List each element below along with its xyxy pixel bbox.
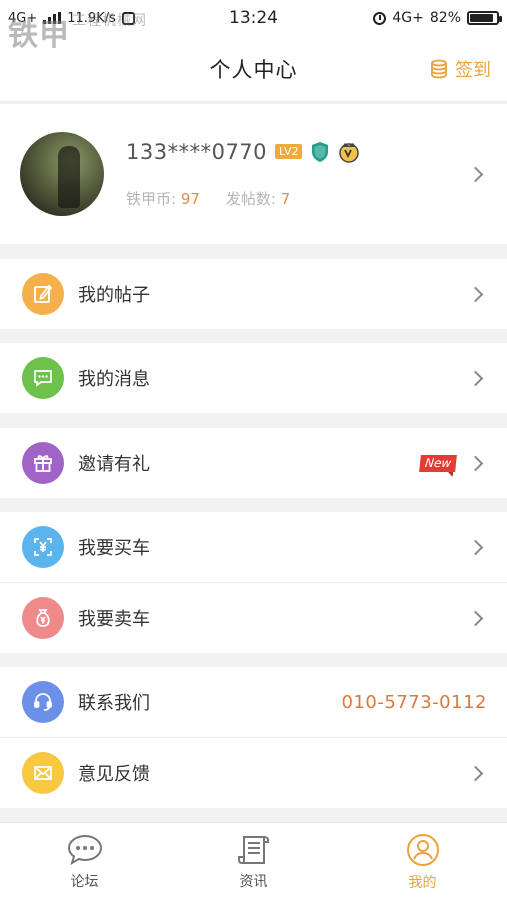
signin-label: 签到 (455, 60, 491, 81)
menu-invite[interactable]: 邀请有礼 New (0, 428, 507, 498)
tab-profile[interactable]: 我的 (338, 823, 507, 900)
gift-icon (22, 442, 64, 484)
profile-icon (406, 833, 439, 866)
status-time: 13:24 (229, 8, 278, 28)
profile-card[interactable]: 133****0770 LV2 铁甲币: 97 发帖数: 7 (0, 104, 507, 244)
tab-label: 我的 (408, 874, 437, 891)
signin-button[interactable]: 签到 (429, 56, 491, 82)
menu-buy-car[interactable]: 我要买车 (0, 512, 507, 582)
posts-stat: 发帖数: 7 (225, 189, 291, 208)
money-bag-icon (22, 597, 64, 639)
menu-label: 意见反馈 (78, 764, 150, 785)
tab-forum[interactable]: 论坛 (0, 823, 169, 900)
coins-icon (431, 59, 447, 79)
battery-icon (467, 11, 502, 25)
menu-sell-car[interactable]: 我要卖车 (0, 583, 507, 653)
user-phone: 133****0770 (126, 139, 268, 164)
menu-label: 联系我们 (78, 693, 150, 714)
chevron-right-icon (467, 765, 484, 781)
page-header: 个人中心 签到 (0, 36, 507, 102)
menu-label: 我要卖车 (78, 609, 150, 630)
message-icon (22, 357, 64, 399)
chevron-right-icon (467, 539, 484, 555)
envelope-icon (22, 752, 64, 794)
coin-stat: 铁甲币: 97 (126, 189, 200, 208)
tab-label: 论坛 (70, 873, 99, 890)
avatar[interactable] (20, 132, 104, 216)
menu-contact-us[interactable]: 联系我们 010-5773-0112 (0, 667, 507, 737)
menu-my-posts[interactable]: 我的帖子 (0, 259, 507, 329)
contact-phone[interactable]: 010-5773-0112 (342, 692, 487, 713)
chevron-right-icon (467, 370, 484, 386)
level-badge: LV2 (275, 144, 303, 159)
chevron-right-icon (467, 455, 484, 471)
coin-value: 97 (180, 189, 200, 208)
menu-my-messages[interactable]: 我的消息 (0, 343, 507, 413)
menu-label: 我要买车 (78, 538, 150, 559)
forum-icon (67, 834, 102, 865)
menu-feedback[interactable]: 意见反馈 (0, 738, 507, 808)
menu-label: 我的帖子 (78, 285, 150, 306)
v-badge-icon (339, 142, 360, 163)
news-icon (237, 835, 269, 864)
new-badge: New (418, 454, 457, 472)
edit-icon (22, 273, 64, 315)
headset-icon (22, 681, 64, 723)
chevron-right-icon (467, 286, 484, 302)
profile-info: 133****0770 LV2 铁甲币: 97 发帖数: 7 (126, 140, 470, 209)
alarm-icon (373, 11, 387, 25)
shield-badge-icon (312, 141, 329, 162)
status-bar: 4G+ 11.9K/s 13:24 4G+ 82% (0, 0, 507, 36)
posts-value: 7 (280, 189, 291, 208)
menu-label: 邀请有礼 (78, 454, 150, 475)
scan-price-icon (22, 526, 64, 568)
tab-news[interactable]: 资讯 (169, 823, 338, 900)
chevron-right-icon (467, 166, 484, 182)
page-title: 个人中心 (209, 57, 298, 82)
chevron-right-icon (467, 610, 484, 626)
tab-bar: 论坛 资讯 我的 (0, 822, 507, 900)
menu-label: 我的消息 (78, 369, 150, 390)
tab-label: 资讯 (239, 873, 268, 890)
